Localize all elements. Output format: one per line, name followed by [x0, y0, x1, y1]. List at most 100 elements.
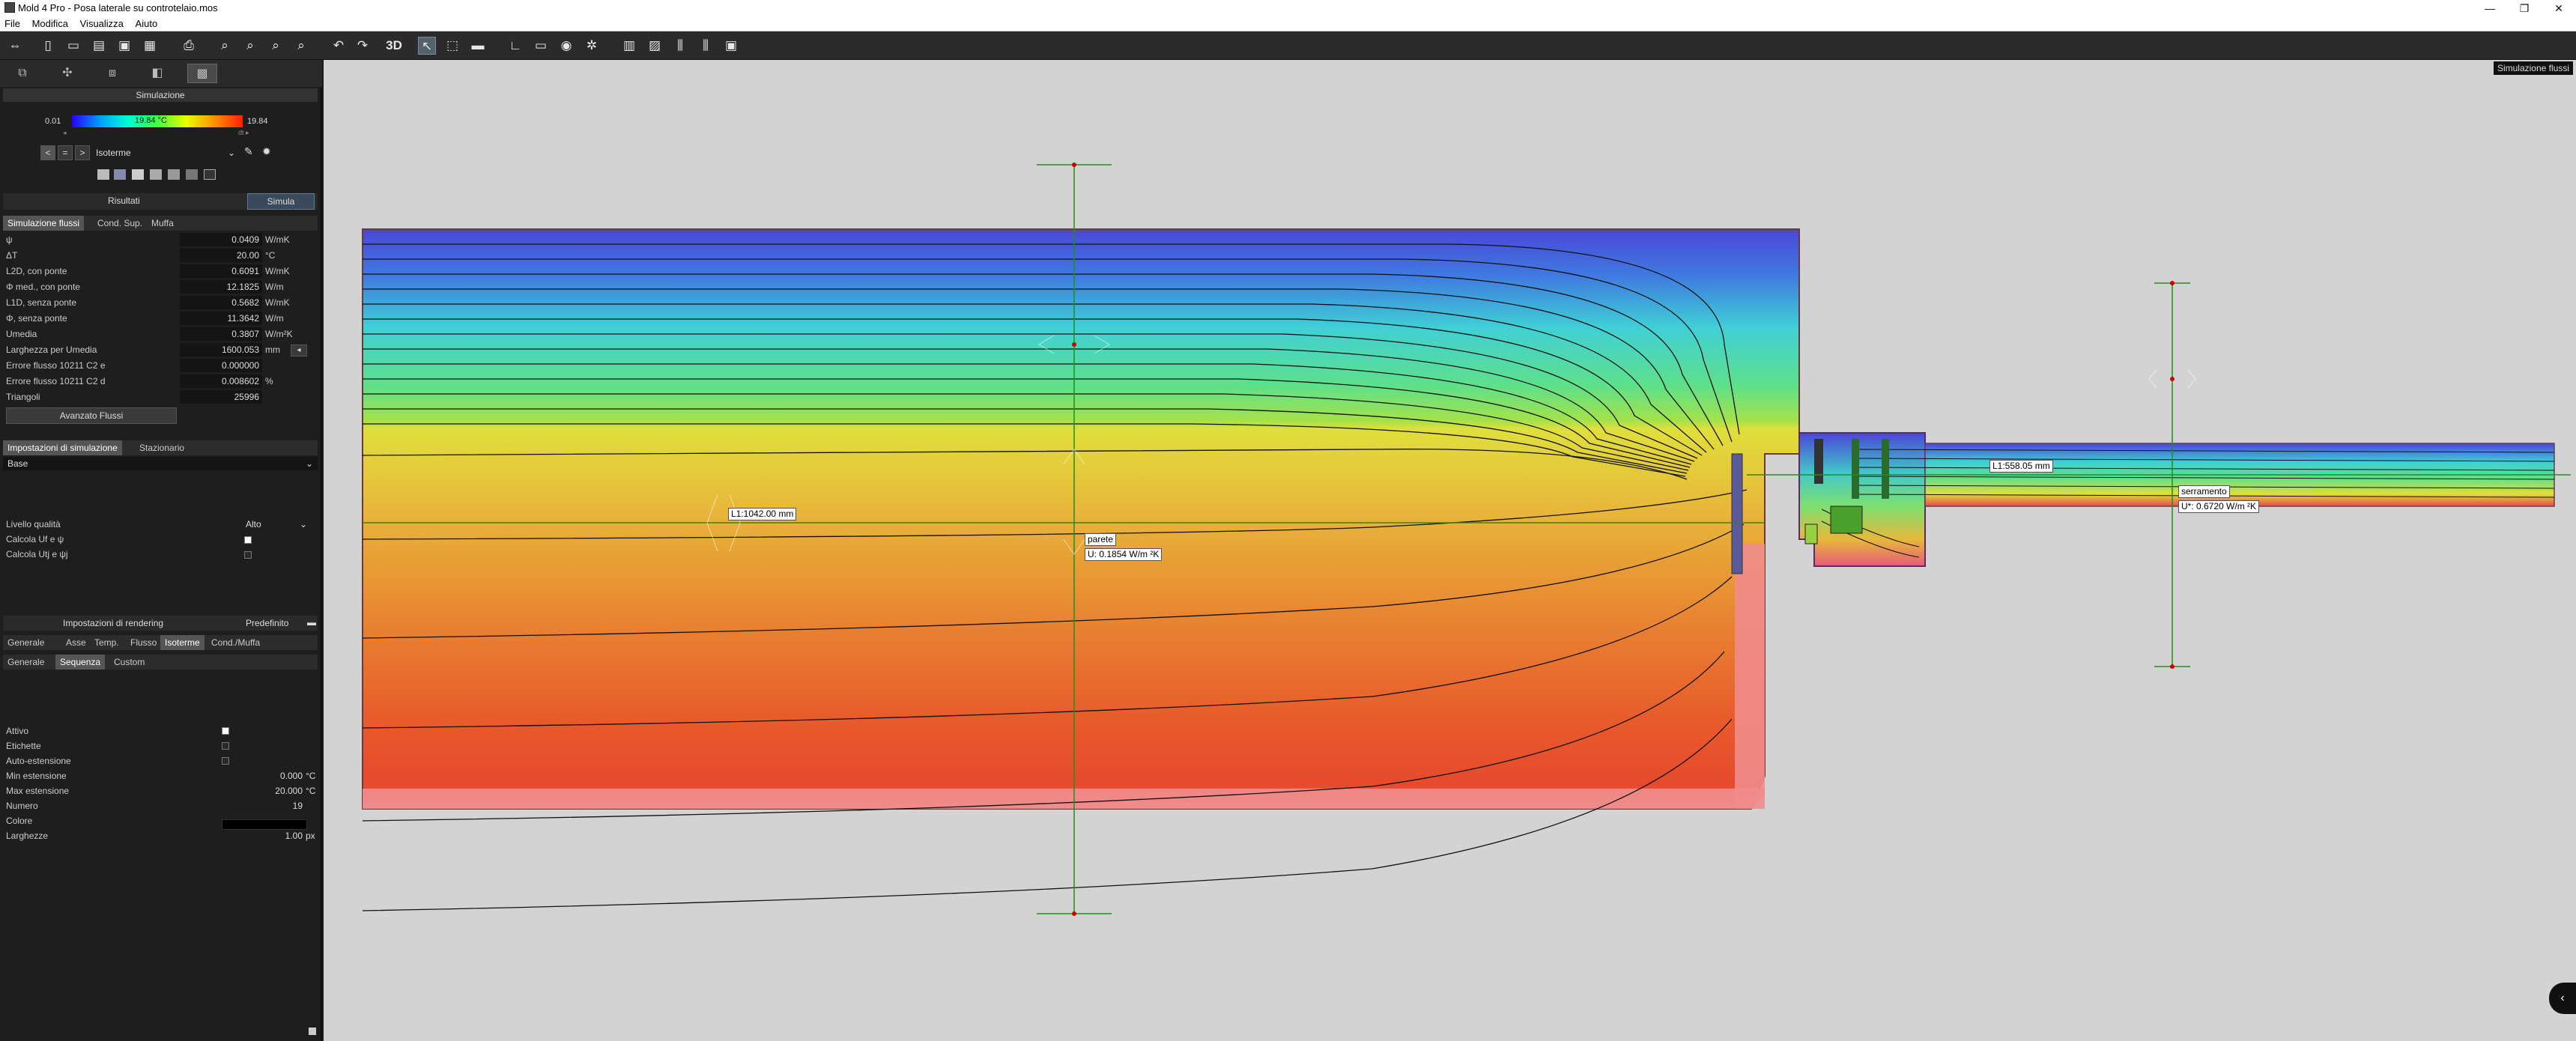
render-subtab[interactable]: Custom: [109, 655, 149, 670]
calc-utj-checkbox[interactable]: [244, 551, 252, 559]
view-mode-7-icon[interactable]: [204, 169, 216, 180]
result-label: Errore flusso 10211 C2 d: [6, 376, 106, 386]
open-icon[interactable]: ▭: [64, 37, 82, 55]
mesh-icon[interactable]: ✲: [583, 37, 601, 55]
tab-cond-sup[interactable]: Cond. Sup.: [93, 216, 147, 231]
base-select-value: Base: [7, 458, 28, 469]
quality-value[interactable]: Alto: [246, 517, 261, 532]
ruler-icon[interactable]: ▬: [469, 37, 487, 55]
print-icon[interactable]: ⎙: [180, 37, 198, 55]
sidebar: ⧉ ✣ ⧈ ◧ ▩ Simulazione 0.01 19.84 °C 19.8…: [0, 60, 322, 1041]
3d-button[interactable]: 3D: [382, 37, 406, 55]
restore-button[interactable]: ❐: [2507, 0, 2542, 16]
tab-stazionario[interactable]: Stazionario: [135, 440, 189, 455]
tab-flux-sim[interactable]: Simulazione flussi: [3, 216, 85, 231]
result-label: Umedia: [6, 329, 37, 339]
view-mode-6-icon[interactable]: [186, 169, 198, 180]
tab-layers-icon[interactable]: ⧈: [97, 64, 127, 83]
chart4-icon[interactable]: ⫼: [697, 37, 715, 55]
eyedropper-icon[interactable]: ✎: [244, 145, 253, 158]
tab-boundary-icon[interactable]: ◧: [142, 64, 172, 83]
mode-select[interactable]: Isoterme ⌄: [96, 145, 238, 160]
redo-icon[interactable]: ↷: [354, 37, 372, 55]
scale-min: 0.01: [45, 117, 61, 126]
render-checkbox[interactable]: [222, 727, 229, 735]
tab-simulate[interactable]: Simula: [247, 193, 315, 210]
chart3-icon[interactable]: ⫼: [671, 37, 689, 55]
rendering-title: Impostazioni di rendering: [63, 618, 164, 628]
view-mode-5-icon[interactable]: [168, 169, 180, 180]
chart-icon[interactable]: ▥: [620, 37, 638, 55]
base-select[interactable]: Base ⌄: [3, 457, 318, 470]
zoom-out-icon[interactable]: ⌕: [267, 37, 285, 55]
bug-icon[interactable]: ✹: [262, 145, 271, 158]
menu-visualizza[interactable]: Visualizza: [76, 16, 128, 29]
render-tab[interactable]: Flusso: [126, 635, 161, 650]
render-tab[interactable]: Asse: [61, 635, 91, 650]
render-checkbox[interactable]: [222, 757, 229, 765]
tab-sim-settings[interactable]: Impostazioni di simulazione: [3, 440, 122, 455]
minimize-button[interactable]: —: [2473, 0, 2507, 16]
corner-icon[interactable]: ∟: [506, 37, 524, 55]
tab-muffa[interactable]: Muffa: [147, 216, 178, 231]
tab-geometry-icon[interactable]: ⧉: [7, 64, 37, 83]
less-button[interactable]: <: [40, 145, 55, 160]
save-icon[interactable]: ▣: [115, 37, 133, 55]
render-tab[interactable]: Isoterme: [160, 635, 204, 650]
render-value[interactable]: 1.00: [228, 828, 303, 843]
cursor-icon[interactable]: ⬚: [443, 37, 461, 55]
tab-results[interactable]: Risultati: [108, 195, 140, 206]
render-tab[interactable]: Temp.: [90, 635, 124, 650]
menu-aiuto[interactable]: Aiuto: [131, 16, 163, 29]
render-tab[interactable]: Cond./Muffa: [207, 635, 264, 650]
tab-materials-icon[interactable]: ✣: [52, 64, 82, 83]
folder-icon[interactable]: ▤: [90, 37, 108, 55]
result-label: L2D, con ponte: [6, 266, 67, 276]
new-icon[interactable]: ▯: [39, 37, 57, 55]
rendering-preset[interactable]: Predefinito: [246, 618, 288, 628]
comment-icon[interactable]: ▭: [532, 37, 550, 55]
expand-tab-icon[interactable]: ‹: [2549, 983, 2576, 1014]
view-mode-3-icon[interactable]: [132, 169, 144, 180]
save-as-icon[interactable]: ▦: [141, 37, 159, 55]
render-tab[interactable]: Generale: [3, 635, 49, 650]
chevron-down-icon: ⌄: [305, 458, 313, 469]
advanced-flux-button[interactable]: Avanzato Flussi: [6, 407, 177, 424]
zoom-in-icon[interactable]: ⌕: [241, 37, 259, 55]
result-unit: W/mK: [265, 266, 290, 276]
report-icon[interactable]: ▣: [722, 37, 740, 55]
menu-file[interactable]: File: [0, 16, 25, 29]
rendering-tabs: Generale Asse Temp. Flusso Isoterme Cond./Muf…: [3, 635, 318, 650]
wall-section[interactable]: [362, 228, 1800, 810]
tab-simulation-icon[interactable]: ▩: [187, 64, 217, 83]
arrows-icon[interactable]: ⇔: [6, 37, 24, 55]
window-name-label: serramento: [2178, 485, 2230, 498]
close-button[interactable]: ✕: [2542, 0, 2576, 16]
equal-button[interactable]: =: [58, 145, 73, 160]
undo-icon[interactable]: ↶: [330, 37, 348, 55]
zoom-fit-icon[interactable]: ⌕: [216, 37, 234, 55]
scale-left-marker: ◂: [63, 129, 67, 136]
collapse-icon[interactable]: ▬: [307, 617, 316, 628]
render-value[interactable]: 19: [228, 798, 303, 813]
view-mode-2-icon[interactable]: [114, 169, 126, 180]
render-checkbox[interactable]: [222, 742, 229, 750]
resize-handle-icon[interactable]: [309, 1028, 316, 1035]
render-label: Numero: [6, 801, 38, 811]
render-subtab[interactable]: Sequenza: [55, 655, 106, 670]
result-unit: W/mK: [265, 234, 290, 245]
view-mode-4-icon[interactable]: [150, 169, 162, 180]
render-value[interactable]: 20.000: [228, 783, 303, 798]
view-mode-1-icon[interactable]: [97, 169, 109, 180]
greater-button[interactable]: >: [75, 145, 90, 160]
viewport[interactable]: L1:1042.00 mm parete U: 0.1854 W/m ²K L1…: [324, 60, 2576, 1041]
menu-modifica[interactable]: Modifica: [28, 16, 73, 29]
eye-icon[interactable]: ◉: [557, 37, 575, 55]
chart2-icon[interactable]: ▨: [646, 37, 664, 55]
select-icon[interactable]: ↖: [418, 37, 436, 55]
render-subtab[interactable]: Generale: [3, 655, 49, 670]
calc-uf-checkbox[interactable]: [244, 536, 252, 544]
width-adjust-button[interactable]: ◂: [291, 345, 307, 356]
zoom-window-icon[interactable]: ⌕: [292, 37, 310, 55]
render-value[interactable]: 0.000: [228, 768, 303, 783]
